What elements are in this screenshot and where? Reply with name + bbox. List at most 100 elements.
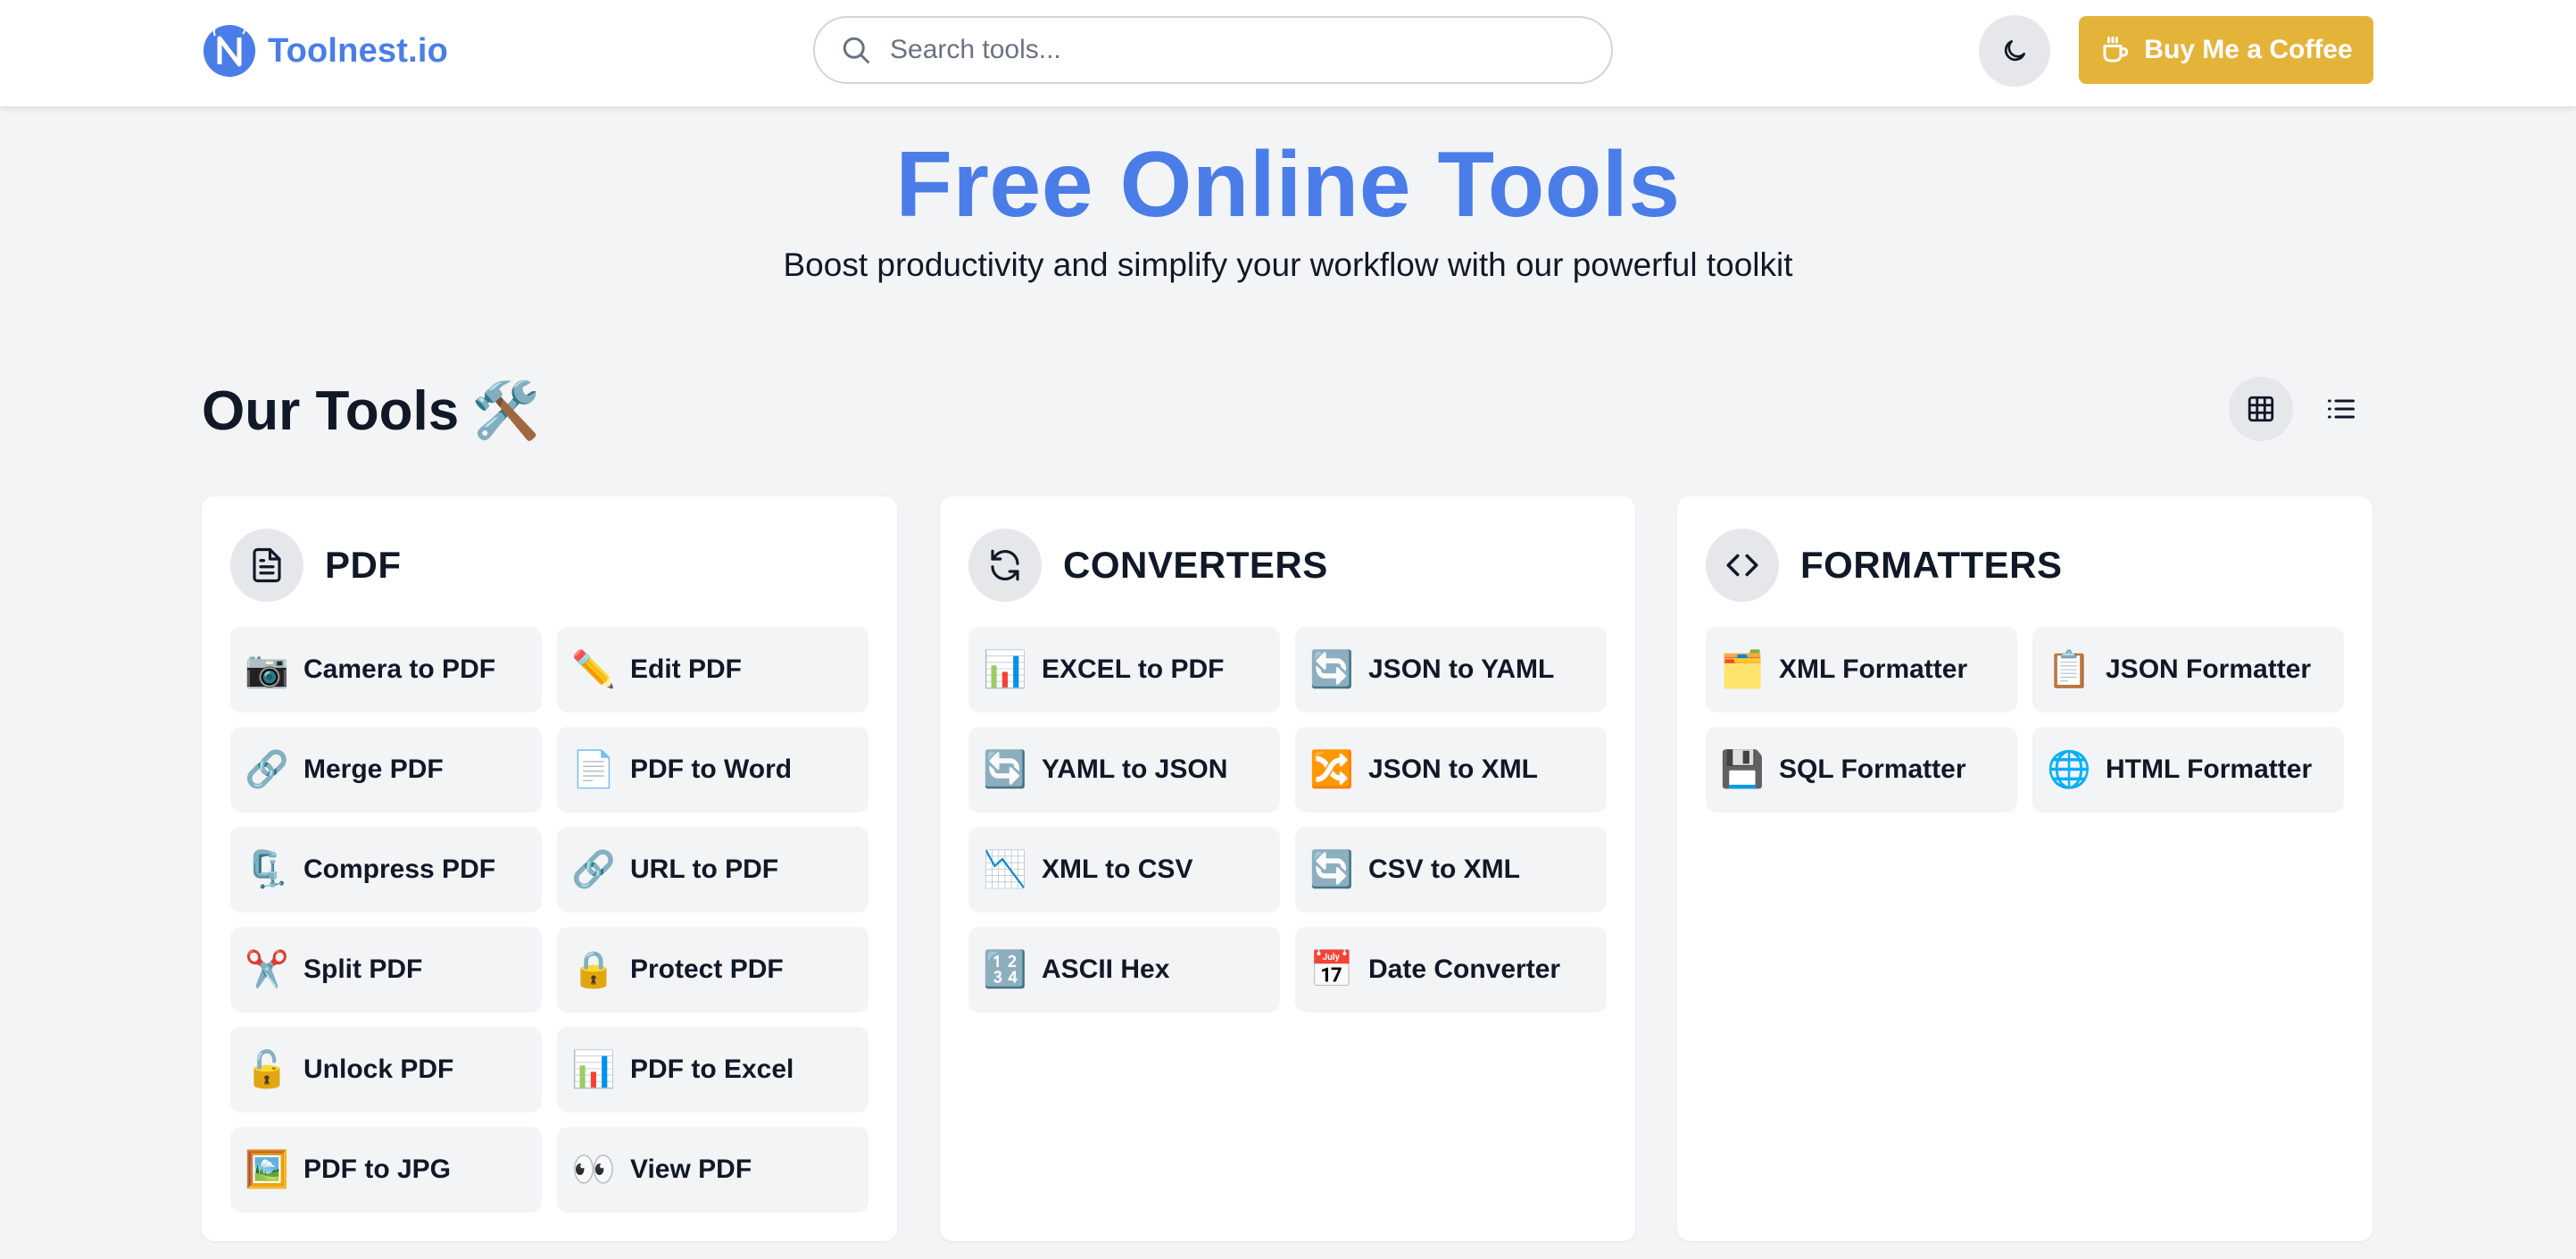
list-view-button[interactable]	[2309, 377, 2373, 441]
category-card-converters: CONVERTERS 📊 EXCEL to PDF 🔄 JSON to YAML 🔄…	[940, 496, 1635, 1241]
tool-camera-to-pdf[interactable]: 📷 Camera to PDF	[230, 627, 542, 713]
eyes-icon: 👀	[571, 1150, 616, 1189]
tool-xml-formatter[interactable]: 🗂️ XML Formatter	[1706, 627, 2017, 713]
category-card-formatters: FORMATTERS 🗂️ XML Formatter 📋 JSON Formatt…	[1677, 496, 2372, 1241]
tool-pdf-to-excel[interactable]: 📊 PDF to Excel	[557, 1027, 868, 1113]
tool-edit-pdf[interactable]: ✏️ Edit PDF	[557, 627, 868, 713]
shuffle-icon: 🔀	[1309, 750, 1354, 789]
tool-label: PDF to Word	[630, 755, 793, 784]
tool-label: Split PDF	[303, 955, 423, 984]
category-title: PDF	[325, 544, 402, 586]
picture-icon: 🖼️	[245, 1150, 289, 1189]
tool-label: JSON to XML	[1368, 755, 1539, 784]
tool-csv-to-xml[interactable]: 🔄 CSV to XML	[1295, 827, 1607, 913]
bar-chart-icon: 📊	[983, 650, 1027, 689]
search-bar[interactable]	[813, 16, 1613, 84]
tool-merge-pdf[interactable]: 🔗 Merge PDF	[230, 727, 542, 813]
document-icon	[230, 529, 303, 602]
coffee-cup-icon	[2103, 37, 2129, 63]
tool-label: Unlock PDF	[303, 1055, 454, 1084]
top-navbar: Toolnest.io Buy Me a Coffee	[0, 0, 2576, 107]
search-icon	[843, 37, 869, 63]
tool-list: 📷 Camera to PDF ✏️ Edit PDF 🔗 Merge PDF 📄 PD…	[230, 627, 868, 1213]
tool-compress-pdf[interactable]: 🗜️ Compress PDF	[230, 827, 542, 913]
tool-date-converter[interactable]: 📅 Date Converter	[1295, 927, 1607, 1013]
category-title: CONVERTERS	[1063, 544, 1328, 586]
moon-icon	[2004, 40, 2025, 62]
hero-subtitle: Boost productivity and simplify your wor…	[783, 246, 1793, 283]
tool-unlock-pdf[interactable]: 🔓 Unlock PDF	[230, 1027, 542, 1113]
tool-yaml-to-json[interactable]: 🔄 YAML to JSON	[968, 727, 1280, 813]
buy-me-a-coffee-button[interactable]: Buy Me a Coffee	[2079, 16, 2373, 84]
tool-label: PDF to JPG	[303, 1155, 452, 1184]
grid-view-button[interactable]	[2229, 377, 2293, 441]
logo-link[interactable]: Toolnest.io	[204, 22, 448, 79]
tool-json-to-xml[interactable]: 🔀 JSON to XML	[1295, 727, 1607, 813]
link-icon: 🔗	[571, 850, 616, 889]
link-icon: 🔗	[245, 750, 289, 789]
section-title-text: Our Tools	[202, 379, 460, 442]
tool-label: CSV to XML	[1368, 855, 1520, 884]
tool-label: View PDF	[630, 1155, 752, 1184]
tool-pdf-to-word[interactable]: 📄 PDF to Word	[557, 727, 868, 813]
folder-icon: 🗂️	[1720, 650, 1765, 689]
tool-label: XML to CSV	[1042, 855, 1193, 884]
tool-html-formatter[interactable]: 🌐 HTML Formatter	[2032, 727, 2344, 813]
tool-pdf-to-jpg[interactable]: 🖼️ PDF to JPG	[230, 1127, 542, 1213]
clipboard-icon: 📋	[2047, 650, 2091, 689]
code-icon	[1706, 529, 1779, 602]
bar-chart-icon: 📊	[571, 1050, 616, 1089]
tool-list: 🗂️ XML Formatter 📋 JSON Formatter 💾 SQL For…	[1706, 627, 2344, 813]
cycle-arrows-icon: 🔄	[983, 750, 1027, 789]
tool-ascii-hex[interactable]: 🔢 ASCII Hex	[968, 927, 1280, 1013]
list-icon	[2328, 399, 2355, 419]
tool-label: Compress PDF	[303, 855, 496, 884]
tool-label: EXCEL to PDF	[1042, 655, 1225, 684]
tool-list: 📊 EXCEL to PDF 🔄 JSON to YAML 🔄 YAML to JSO…	[968, 627, 1607, 1013]
tool-protect-pdf[interactable]: 🔒 Protect PDF	[557, 927, 868, 1013]
category-card-pdf: PDF 📷 Camera to PDF ✏️ Edit PDF 🔗 Merge PDF…	[202, 496, 897, 1241]
globe-icon: 🌐	[2047, 750, 2091, 789]
lock-icon: 🔒	[571, 950, 616, 989]
dark-mode-toggle[interactable]	[1979, 15, 2050, 87]
tool-label: ASCII Hex	[1042, 955, 1170, 984]
logo-icon	[204, 25, 255, 77]
tool-json-formatter[interactable]: 📋 JSON Formatter	[2032, 627, 2344, 713]
tool-label: JSON Formatter	[2106, 655, 2312, 684]
grid-icon	[2248, 396, 2274, 422]
tool-label: Date Converter	[1368, 955, 1561, 984]
tool-label: HTML Formatter	[2106, 755, 2313, 784]
tool-excel-to-pdf[interactable]: 📊 EXCEL to PDF	[968, 627, 1280, 713]
tool-label: YAML to JSON	[1042, 755, 1228, 784]
tool-label: PDF to Excel	[630, 1055, 794, 1084]
unlock-icon: 🔓	[245, 1050, 289, 1089]
pencil-icon: ✏️	[571, 650, 616, 689]
tool-json-to-yaml[interactable]: 🔄 JSON to YAML	[1295, 627, 1607, 713]
tool-xml-to-csv[interactable]: 📉 XML to CSV	[968, 827, 1280, 913]
coffee-button-label: Buy Me a Coffee	[2144, 35, 2353, 64]
numbers-icon: 🔢	[983, 950, 1027, 989]
tool-label: JSON to YAML	[1368, 655, 1555, 684]
tool-label: XML Formatter	[1779, 655, 1968, 684]
tool-url-to-pdf[interactable]: 🔗 URL to PDF	[557, 827, 868, 913]
tool-label: Camera to PDF	[303, 655, 496, 684]
calendar-icon: 📅	[1309, 950, 1354, 989]
tool-label: Merge PDF	[303, 755, 444, 784]
tool-label: SQL Formatter	[1779, 755, 1966, 784]
refresh-icon	[968, 529, 1042, 602]
cycle-arrows-icon: 🔄	[1309, 850, 1354, 889]
cycle-arrows-icon: 🔄	[1309, 650, 1354, 689]
tool-sql-formatter[interactable]: 💾 SQL Formatter	[1706, 727, 2017, 813]
logo-text: Toolnest.io	[268, 31, 449, 70]
chart-down-icon: 📉	[983, 850, 1027, 889]
search-input[interactable]	[890, 35, 1568, 65]
floppy-disk-icon: 💾	[1720, 750, 1765, 789]
tool-label: URL to PDF	[630, 855, 779, 884]
tool-view-pdf[interactable]: 👀 View PDF	[557, 1127, 868, 1213]
tool-split-pdf[interactable]: ✂️ Split PDF	[230, 927, 542, 1013]
page-icon: 📄	[571, 750, 616, 789]
scissors-icon: ✂️	[245, 950, 289, 989]
clamp-icon: 🗜️	[245, 850, 289, 889]
tool-label: Edit PDF	[630, 655, 742, 684]
tools-icon: 🛠️	[471, 379, 541, 442]
